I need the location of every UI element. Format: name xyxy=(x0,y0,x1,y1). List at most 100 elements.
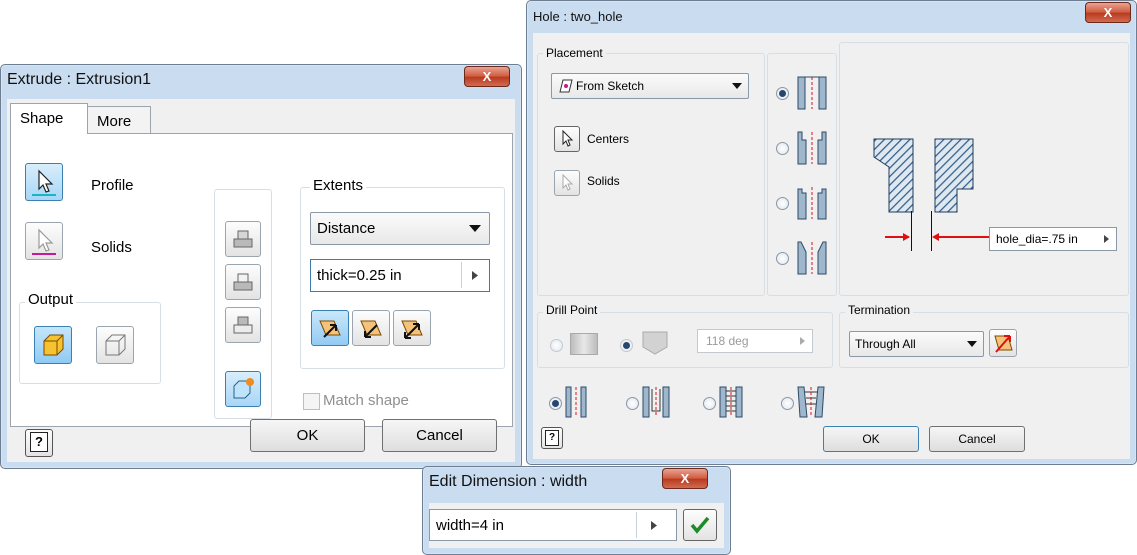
chevron-right-icon[interactable] xyxy=(800,337,805,345)
termination-dropdown[interactable]: Through All xyxy=(849,331,984,357)
symmetric-icon xyxy=(401,320,423,339)
countersink-icon xyxy=(797,241,827,275)
extents-value: Distance xyxy=(317,220,376,237)
spotface-radio[interactable] xyxy=(776,197,789,210)
centers-label: Centers xyxy=(587,132,630,146)
diameter-dimension-arrows xyxy=(885,233,991,241)
simple-drilled-icon xyxy=(565,386,587,418)
edit-dimension-body: width=4 in xyxy=(429,503,724,548)
tapped-hole-icon xyxy=(719,386,743,418)
extrude-dialog: Extrude : Extrusion1 X Shape More Profil… xyxy=(0,64,522,469)
hole-cancel-button[interactable]: Cancel xyxy=(929,426,1025,452)
solids-label: Solids xyxy=(587,174,620,188)
solid-cube-icon xyxy=(43,334,64,356)
distance-menu-separator xyxy=(461,262,462,288)
solids-select-button[interactable] xyxy=(554,170,580,196)
termination-value: Through All xyxy=(855,337,916,351)
output-solid-button[interactable] xyxy=(34,326,72,364)
tab-more-label: More xyxy=(97,113,132,130)
extrude-ok-button[interactable]: OK xyxy=(250,419,365,452)
direction-1-button[interactable] xyxy=(311,310,349,346)
new-solid-icon xyxy=(233,378,254,399)
edit-dimension-titlebar[interactable]: Edit Dimension : width X xyxy=(423,467,730,497)
hole-diameter-input[interactable]: hole_dia=.75 in xyxy=(989,227,1117,251)
extents-dropdown[interactable]: Distance xyxy=(310,212,490,245)
join-button[interactable] xyxy=(225,221,261,257)
cursor-icon xyxy=(32,169,56,196)
surface-cube-icon xyxy=(105,334,126,356)
tapped-hole-radio[interactable] xyxy=(703,397,716,410)
accept-dimension-button[interactable] xyxy=(683,509,717,541)
extrude-close-button[interactable]: X xyxy=(464,66,510,87)
hole-dialog: Hole : two_hole X Placement From Sketch … xyxy=(526,0,1137,465)
angle-drill-point-icon xyxy=(642,331,668,355)
join-icon xyxy=(233,230,253,248)
direction-2-button[interactable] xyxy=(352,310,390,346)
dimension-menu-separator xyxy=(636,512,637,538)
drill-point-label: Drill Point xyxy=(543,303,601,317)
chevron-right-icon[interactable] xyxy=(1104,235,1109,243)
intersect-icon xyxy=(233,316,253,334)
flip-direction-icon xyxy=(994,335,1013,353)
tab-more[interactable]: More xyxy=(87,106,151,134)
help-button[interactable]: ? xyxy=(25,429,53,457)
sketch-icon xyxy=(559,79,573,93)
extrude-cancel-button[interactable]: Cancel xyxy=(382,419,497,452)
simple-drilled-radio[interactable] xyxy=(549,397,562,410)
output-surface-button[interactable] xyxy=(96,326,134,364)
chevron-right-icon[interactable] xyxy=(472,271,478,280)
countersink-radio[interactable] xyxy=(776,252,789,265)
flip-termination-button[interactable] xyxy=(989,329,1017,357)
extrude-body: Shape More Profile Solids Output Extents… xyxy=(7,99,515,462)
intersect-button[interactable] xyxy=(225,307,261,343)
chevron-right-icon[interactable] xyxy=(651,521,657,530)
chevron-down-icon xyxy=(732,83,742,89)
output-label: Output xyxy=(25,291,77,308)
hole-close-button[interactable]: X xyxy=(1085,2,1131,23)
taper-tapped-icon xyxy=(797,386,825,418)
direction-1-icon xyxy=(319,320,341,338)
cursor-icon xyxy=(562,173,574,191)
hole-titlebar[interactable]: Hole : two_hole X xyxy=(527,1,1136,31)
cut-icon xyxy=(233,273,253,291)
flat-drill-point-icon xyxy=(570,333,598,355)
distance-input[interactable]: thick=0.25 in xyxy=(310,259,490,292)
edit-dimension-title: Edit Dimension : width xyxy=(429,473,588,490)
direction-2-icon xyxy=(360,320,382,338)
placement-dropdown[interactable]: From Sketch xyxy=(551,73,749,99)
counterbore-radio[interactable] xyxy=(776,142,789,155)
placement-label: Placement xyxy=(543,46,606,60)
hole-ok-button[interactable]: OK xyxy=(823,426,919,452)
edit-dimension-dialog: Edit Dimension : width X width=4 in xyxy=(422,466,731,555)
match-shape-checkbox[interactable] xyxy=(303,393,320,410)
spotface-icon xyxy=(797,187,827,220)
centers-select-button[interactable] xyxy=(554,126,580,152)
new-solid-button[interactable] xyxy=(225,371,261,407)
termination-label: Termination xyxy=(845,303,914,317)
solids-select-button[interactable] xyxy=(25,222,63,260)
counterbore-icon xyxy=(797,131,827,165)
flat-drill-point-radio[interactable] xyxy=(550,339,563,352)
tab-shape[interactable]: Shape xyxy=(10,103,88,134)
extrude-title: Extrude : Extrusion1 xyxy=(7,71,152,88)
symmetric-button[interactable] xyxy=(393,310,431,346)
angle-drill-point-radio[interactable] xyxy=(620,339,633,352)
clearance-hole-radio[interactable] xyxy=(626,397,639,410)
extrude-titlebar[interactable]: Extrude : Extrusion1 X xyxy=(1,65,521,95)
checkmark-icon xyxy=(690,516,710,534)
chevron-down-icon xyxy=(967,341,977,347)
solids-label: Solids xyxy=(91,239,132,256)
hole-body: Placement From Sketch Centers Solids hol… xyxy=(533,33,1130,459)
hole-title: Hole : two_hole xyxy=(533,9,623,24)
cut-button[interactable] xyxy=(225,264,261,300)
taper-tapped-radio[interactable] xyxy=(781,397,794,410)
simple-hole-radio[interactable] xyxy=(776,87,789,100)
drill-angle-input[interactable]: 118 deg xyxy=(697,329,813,353)
profile-select-button[interactable] xyxy=(25,163,63,201)
dimension-value-input[interactable]: width=4 in xyxy=(429,509,677,541)
clearance-hole-icon xyxy=(642,386,670,418)
distance-value: thick=0.25 in xyxy=(317,267,402,284)
edit-dimension-close-button[interactable]: X xyxy=(662,468,708,489)
help-button[interactable]: ? xyxy=(541,427,563,449)
help-icon: ? xyxy=(545,430,559,446)
